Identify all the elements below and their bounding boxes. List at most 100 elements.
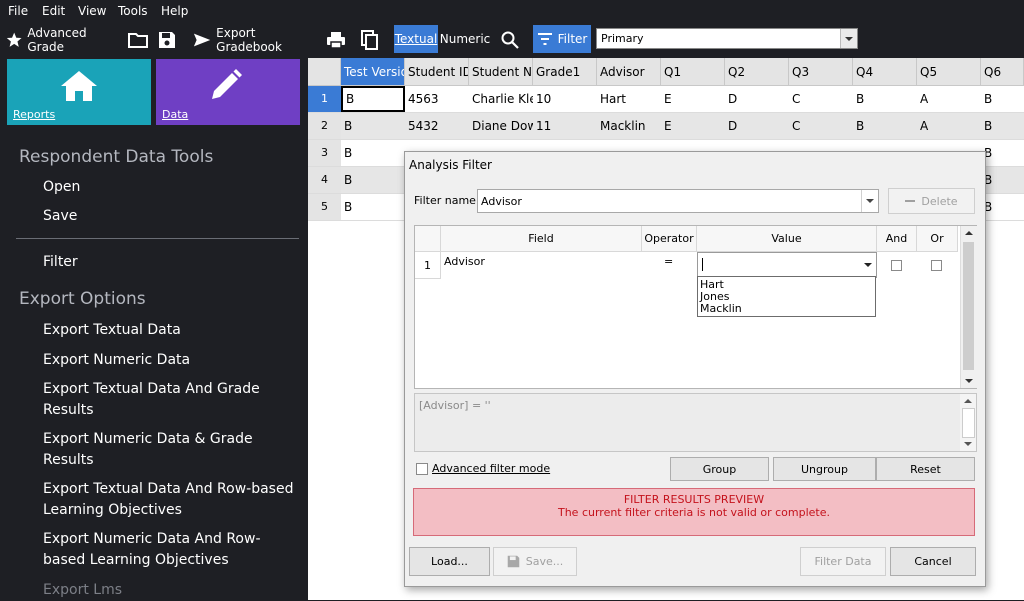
export-gradebook-button[interactable]: Export Gradebook — [193, 22, 315, 58]
delete-button[interactable]: Delete — [888, 188, 975, 214]
group-button[interactable]: Group — [670, 457, 769, 481]
nav-export-numeric-objectives[interactable]: Export Numeric Data And Row-based Learni… — [43, 529, 298, 571]
expression-box[interactable]: [Advisor] = '' — [414, 393, 977, 452]
col-q1[interactable]: Q1 — [661, 58, 725, 86]
table-cell[interactable]: B — [853, 113, 917, 139]
table-cell[interactable]: 10 — [533, 86, 597, 112]
ungroup-button[interactable]: Ungroup — [773, 457, 876, 481]
col-student-id[interactable]: Student ID — [405, 58, 469, 86]
chevron-down-icon[interactable] — [840, 29, 857, 48]
table-cell[interactable]: E — [661, 86, 725, 112]
col-q6[interactable]: Q6 — [981, 58, 1024, 86]
advanced-filter-label[interactable]: Advanced filter mode — [432, 462, 550, 475]
search-button[interactable] — [501, 22, 523, 58]
row-number[interactable]: 3 — [308, 140, 341, 166]
nav-open[interactable]: Open — [43, 177, 298, 198]
nav-save[interactable]: Save — [43, 206, 298, 227]
nav-export-lms[interactable]: Export Lms — [43, 580, 298, 601]
save-filter-label: Save... — [525, 555, 564, 568]
table-cell[interactable]: Diane Downs — [469, 113, 533, 139]
col-q2[interactable]: Q2 — [725, 58, 789, 86]
table-cell[interactable]: C — [789, 113, 853, 139]
value-dropdown-list: Hart Jones Macklin — [697, 276, 876, 317]
table-cell[interactable]: 4563 — [405, 86, 469, 112]
data-tile[interactable]: Data — [156, 59, 300, 125]
nav-export-textual-data[interactable]: Export Textual Data — [43, 320, 298, 341]
table-cell[interactable]: B — [341, 113, 405, 139]
table-cell[interactable]: B — [341, 194, 405, 220]
table-cell[interactable]: 5432 — [405, 113, 469, 139]
col-test-version[interactable]: Test Version — [341, 58, 405, 86]
advanced-filter-checkbox[interactable] — [416, 463, 428, 475]
row-number[interactable]: 1 — [308, 86, 341, 112]
col-q4[interactable]: Q4 — [853, 58, 917, 86]
nav-export-numeric-grade[interactable]: Export Numeric Data & Grade Results — [43, 429, 298, 471]
row-number[interactable]: 2 — [308, 113, 341, 139]
table-cell[interactable]: Charlie Klein — [469, 86, 533, 112]
table-cell[interactable]: B — [853, 86, 917, 112]
value-option-macklin[interactable]: Macklin — [700, 302, 742, 315]
save-button[interactable] — [158, 22, 180, 58]
table-cell[interactable]: Macklin — [597, 113, 661, 139]
menu-tools[interactable]: Tools — [118, 4, 148, 18]
criteria-operator-cell[interactable]: = — [664, 255, 673, 268]
table-cell[interactable]: B — [981, 113, 1024, 139]
table-cell[interactable]: B — [981, 140, 1024, 166]
load-button[interactable]: Load... — [409, 547, 490, 576]
expression-scrollbar[interactable] — [960, 394, 976, 451]
scroll-thumb[interactable] — [963, 242, 974, 370]
criteria-field-cell[interactable]: Advisor — [444, 255, 485, 268]
table-cell[interactable]: D — [725, 113, 789, 139]
col-q5[interactable]: Q5 — [917, 58, 981, 86]
menu-file[interactable]: File — [8, 4, 28, 18]
table-cell[interactable]: B — [341, 86, 405, 112]
filter-data-button[interactable]: Filter Data — [800, 547, 886, 576]
nav-export-numeric-data[interactable]: Export Numeric Data — [43, 350, 298, 371]
table-cell[interactable]: Hart — [597, 86, 661, 112]
menu-view[interactable]: View — [78, 4, 106, 18]
textual-toggle[interactable]: Textual — [394, 25, 438, 53]
table-cell[interactable]: A — [917, 113, 981, 139]
table-cell[interactable]: D — [725, 86, 789, 112]
table-cell[interactable]: E — [661, 113, 725, 139]
open-button[interactable] — [128, 22, 150, 58]
or-checkbox[interactable] — [931, 260, 942, 271]
filter-button[interactable]: Filter — [533, 25, 591, 53]
row-number[interactable]: 5 — [308, 194, 341, 220]
copy-button[interactable] — [361, 22, 383, 58]
table-cell[interactable]: C — [789, 86, 853, 112]
dataset-select[interactable]: Primary — [596, 28, 858, 49]
reports-tile[interactable]: Reports — [7, 59, 151, 125]
cancel-button[interactable]: Cancel — [890, 547, 976, 576]
chevron-down-icon[interactable] — [860, 253, 876, 277]
col-grade1[interactable]: Grade1 — [533, 58, 597, 86]
table-cell[interactable]: B — [981, 194, 1024, 220]
filter-name-combo[interactable]: Advisor — [477, 189, 879, 213]
col-q3[interactable]: Q3 — [789, 58, 853, 86]
table-cell[interactable]: 11 — [533, 113, 597, 139]
menu-edit[interactable]: Edit — [42, 4, 65, 18]
nav-export-textual-grade[interactable]: Export Textual Data And Grade Results — [43, 379, 298, 421]
numeric-toggle[interactable]: Numeric — [440, 25, 491, 53]
chevron-down-icon[interactable] — [861, 190, 878, 212]
save-filter-button[interactable]: Save... — [493, 547, 577, 576]
col-advisor[interactable]: Advisor — [597, 58, 661, 86]
reset-button[interactable]: Reset — [876, 457, 975, 481]
col-student-name[interactable]: Student Name — [469, 58, 533, 86]
scroll-thumb[interactable] — [962, 408, 975, 438]
table-cell[interactable]: B — [981, 86, 1024, 112]
advanced-grade-button[interactable]: Advanced Grade — [6, 22, 118, 58]
table-cell[interactable]: B — [341, 140, 405, 166]
criteria-value-combo[interactable] — [697, 252, 877, 278]
nav-export-textual-objectives[interactable]: Export Textual Data And Row-based Learni… — [43, 479, 298, 521]
table-cell[interactable]: A — [917, 86, 981, 112]
table-cell[interactable]: B — [981, 167, 1024, 193]
row-number[interactable]: 4 — [308, 167, 341, 193]
criteria-grid: Field Operator Value And Or 1 Advisor = — [414, 225, 977, 389]
and-checkbox[interactable] — [891, 260, 902, 271]
print-button[interactable] — [326, 22, 348, 58]
nav-filter[interactable]: Filter — [43, 252, 298, 273]
menu-help[interactable]: Help — [161, 4, 188, 18]
table-cell[interactable]: B — [341, 167, 405, 193]
criteria-scrollbar[interactable] — [960, 226, 977, 388]
